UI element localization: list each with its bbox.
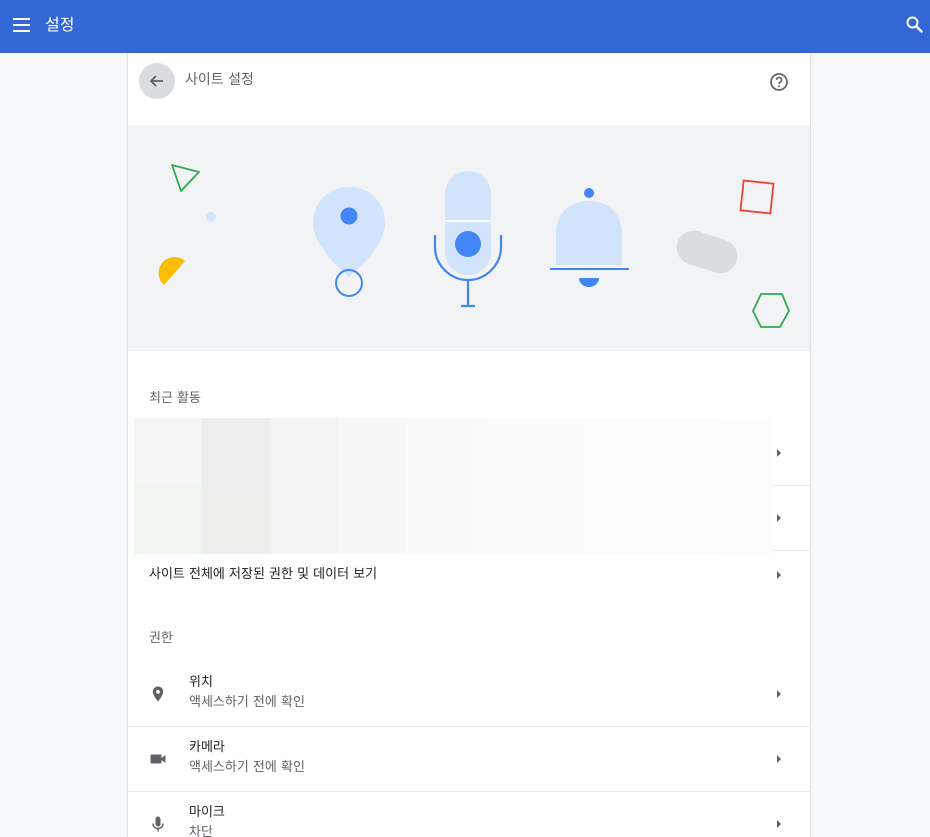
top-app-bar: 설정: [0, 0, 930, 53]
menu-icon[interactable]: [12, 15, 32, 35]
chevron-right-icon: [777, 820, 781, 828]
arrow-back-icon: [149, 75, 163, 87]
search-icon[interactable]: [904, 14, 926, 36]
app-title: 설정: [45, 15, 75, 34]
permission-title: 카메라: [189, 740, 225, 755]
hexagon-shape: [751, 293, 790, 328]
pill-shape: [676, 230, 738, 274]
permission-title: 마이크: [189, 805, 225, 820]
triangle-shape: [171, 164, 200, 192]
location-pin-icon: [149, 685, 167, 703]
square-shape: [739, 179, 775, 215]
microphone-icon: [149, 815, 167, 833]
all-site-data-label: 사이트 전체에 저장된 권한 및 데이터 보기: [149, 567, 378, 582]
back-button[interactable]: [139, 63, 175, 99]
permission-status: 액세스하기 전에 확인: [189, 695, 305, 710]
bell-illustration: [550, 188, 629, 287]
half-circle-shape: [158, 257, 185, 285]
chevron-right-icon: [777, 571, 781, 579]
recent-activity-row-1[interactable]: [128, 418, 810, 485]
chevron-right-icon: [777, 514, 781, 522]
help-icon[interactable]: [768, 71, 790, 93]
page-title: 사이트 설정: [185, 72, 254, 88]
permissions-heading: 권한: [149, 631, 173, 646]
chevron-right-icon: [777, 755, 781, 763]
recent-activity-heading: 최근 활동: [149, 391, 201, 406]
permission-status: 액세스하기 전에 확인: [189, 760, 305, 775]
permission-status: 차단: [189, 825, 213, 837]
camera-icon: [149, 750, 167, 768]
permission-row-microphone[interactable]: [128, 792, 810, 837]
permission-title: 위치: [189, 675, 213, 690]
chevron-right-icon: [777, 690, 781, 698]
chevron-right-icon: [777, 449, 781, 457]
site-settings-card: 사이트 설정 최근 활동 사이트 전체에 저장된 권한 및 데이터 보기 권한 …: [128, 53, 810, 837]
location-pin-illustration: [313, 187, 385, 297]
microphone-illustration: [433, 171, 503, 308]
recent-activity-row-2[interactable]: [128, 486, 810, 550]
permissions-illustration: [128, 125, 810, 351]
dot-shape: [206, 212, 216, 222]
